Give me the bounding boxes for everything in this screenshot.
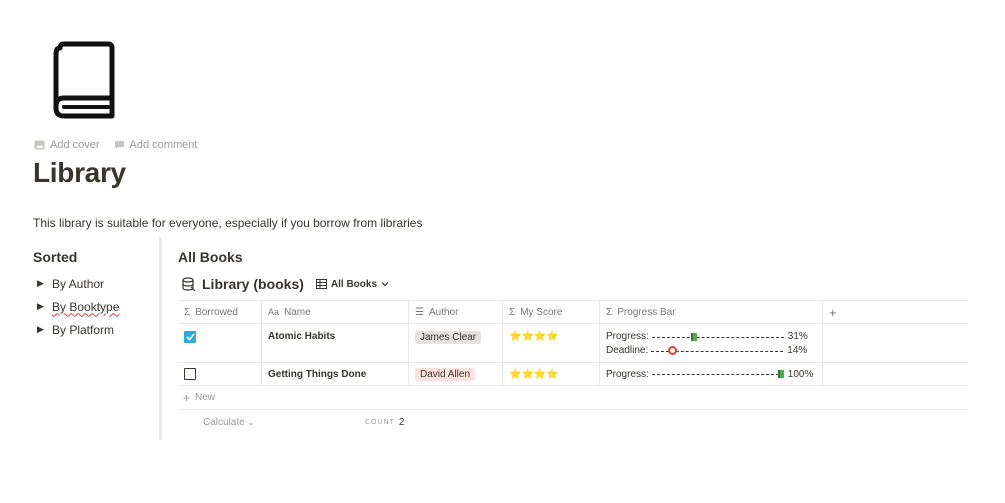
column-label: Name bbox=[284, 306, 311, 318]
borrowed-cell[interactable] bbox=[178, 363, 262, 385]
toggle-label: By Author bbox=[52, 276, 105, 291]
deadline-percent: 14% bbox=[787, 345, 808, 356]
calculate-button[interactable]: Calculate ⌄ bbox=[203, 417, 365, 428]
page-description[interactable]: This library is suitable for everyone, e… bbox=[33, 216, 422, 230]
page-title[interactable]: Library bbox=[33, 157, 126, 189]
count-value: 2 bbox=[398, 416, 405, 428]
add-cover-label: Add cover bbox=[50, 139, 100, 151]
column-label: Borrowed bbox=[195, 306, 238, 318]
column-divider[interactable] bbox=[159, 237, 162, 440]
database-header: Library (books) All Books bbox=[182, 276, 389, 292]
book-marker-icon bbox=[777, 370, 784, 378]
triangle-right-icon[interactable]: ▶ bbox=[33, 278, 52, 289]
book-icon[interactable] bbox=[50, 40, 116, 120]
progress-track bbox=[651, 369, 784, 379]
progress-percent: 31% bbox=[787, 331, 808, 342]
progress-cell[interactable]: Progress: 100% bbox=[600, 363, 823, 385]
column-header-borrowed[interactable]: Σ Borrowed bbox=[178, 301, 262, 323]
check-icon bbox=[185, 333, 195, 341]
books-table: Σ Borrowed Aa Name ☰ Author Σ My Score Σ… bbox=[178, 300, 968, 434]
book-name: Atomic Habits bbox=[268, 331, 336, 342]
plus-icon: + bbox=[829, 304, 837, 320]
deadline-line: Deadline: 14% bbox=[606, 345, 808, 356]
borrowed-checkbox[interactable] bbox=[184, 368, 196, 380]
database-icon bbox=[182, 277, 196, 291]
count-label[interactable]: COUNT bbox=[365, 419, 395, 426]
view-selector[interactable]: All Books bbox=[315, 278, 389, 290]
progress-label: Progress: bbox=[606, 368, 649, 380]
chevron-down-icon bbox=[381, 282, 389, 287]
triangle-right-icon[interactable]: ▶ bbox=[33, 301, 52, 312]
author-tag: David Allen bbox=[415, 367, 476, 381]
sorted-sidebar: Sorted ▶ By Author ▶ By Booktype ▶ By Pl… bbox=[33, 249, 153, 341]
calculation-row: Calculate ⌄ COUNT 2 bbox=[178, 410, 968, 434]
progress-percent: 100% bbox=[787, 368, 814, 380]
empty-cell[interactable] bbox=[823, 363, 968, 385]
view-label: All Books bbox=[330, 278, 378, 290]
column-label: Progress Bar bbox=[617, 306, 676, 318]
borrowed-checkbox[interactable] bbox=[184, 331, 196, 343]
table-row[interactable]: Atomic Habits James Clear ⭐⭐⭐⭐ Progress:… bbox=[178, 324, 968, 363]
name-cell[interactable]: Atomic Habits bbox=[262, 324, 409, 362]
deadline-label: Deadline: bbox=[606, 345, 649, 356]
column-header-progress[interactable]: Σ Progress Bar bbox=[600, 301, 823, 323]
table-row[interactable]: Getting Things Done David Allen ⭐⭐⭐⭐ Pro… bbox=[178, 363, 968, 386]
new-label: New bbox=[195, 392, 216, 403]
deadline-track bbox=[651, 345, 784, 356]
column-header-author[interactable]: ☰ Author bbox=[409, 301, 503, 323]
progress-line: Progress: 100% bbox=[606, 369, 813, 380]
add-column-button[interactable]: + bbox=[823, 301, 968, 323]
sigma-icon: Σ bbox=[184, 306, 191, 318]
page-actions: Add cover Add comment bbox=[34, 139, 197, 151]
add-comment-label: Add comment bbox=[129, 139, 198, 151]
table-header-row: Σ Borrowed Aa Name ☰ Author Σ My Score Σ… bbox=[178, 300, 968, 324]
new-row-button[interactable]: + New bbox=[178, 386, 968, 410]
score-cell[interactable]: ⭐⭐⭐⭐ bbox=[503, 363, 600, 385]
database-title[interactable]: Library (books) bbox=[202, 276, 304, 292]
column-label: My Score bbox=[520, 306, 563, 318]
add-comment-button[interactable]: Add comment bbox=[114, 139, 198, 151]
table-icon bbox=[315, 279, 327, 289]
circle-marker-icon bbox=[668, 345, 678, 355]
toggle-by-platform[interactable]: ▶ By Platform bbox=[33, 318, 153, 341]
star-rating: ⭐⭐⭐⭐ bbox=[509, 331, 559, 342]
progress-label: Progress: bbox=[606, 331, 649, 342]
comment-icon bbox=[114, 141, 124, 149]
star-rating: ⭐⭐⭐⭐ bbox=[509, 368, 559, 380]
sigma-icon: Σ bbox=[509, 306, 516, 318]
author-tag: James Clear bbox=[415, 331, 482, 344]
column-header-score[interactable]: Σ My Score bbox=[503, 301, 600, 323]
progress-track bbox=[651, 332, 784, 342]
name-cell[interactable]: Getting Things Done bbox=[262, 363, 409, 385]
image-icon bbox=[34, 140, 45, 150]
toggle-by-booktype[interactable]: ▶ By Booktype bbox=[33, 295, 153, 318]
add-cover-button[interactable]: Add cover bbox=[34, 139, 100, 151]
list-icon: ☰ bbox=[415, 306, 424, 318]
triangle-right-icon[interactable]: ▶ bbox=[33, 324, 52, 335]
calculate-label: Calculate bbox=[203, 416, 245, 428]
toggle-label: By Booktype bbox=[52, 299, 120, 314]
section-heading: All Books bbox=[178, 249, 243, 265]
author-cell[interactable]: James Clear bbox=[409, 324, 503, 362]
column-header-name[interactable]: Aa Name bbox=[262, 301, 409, 323]
score-cell[interactable]: ⭐⭐⭐⭐ bbox=[503, 324, 600, 362]
sigma-icon: Σ bbox=[606, 306, 613, 318]
plus-icon: + bbox=[183, 390, 191, 405]
progress-line: Progress: 31% bbox=[606, 331, 808, 342]
chevron-down-icon: ⌄ bbox=[247, 417, 255, 427]
empty-cell[interactable] bbox=[823, 324, 968, 362]
toggle-by-author[interactable]: ▶ By Author bbox=[33, 272, 153, 295]
author-cell[interactable]: David Allen bbox=[409, 363, 503, 385]
book-marker-icon bbox=[690, 332, 697, 341]
column-label: Author bbox=[428, 306, 459, 318]
toggle-label: By Platform bbox=[52, 322, 115, 337]
borrowed-cell[interactable] bbox=[178, 324, 262, 362]
text-icon: Aa bbox=[268, 307, 280, 317]
progress-cell[interactable]: Progress: 31% Deadline: 14% bbox=[600, 324, 823, 362]
sidebar-heading: Sorted bbox=[33, 249, 78, 265]
book-name: Getting Things Done bbox=[268, 368, 367, 380]
